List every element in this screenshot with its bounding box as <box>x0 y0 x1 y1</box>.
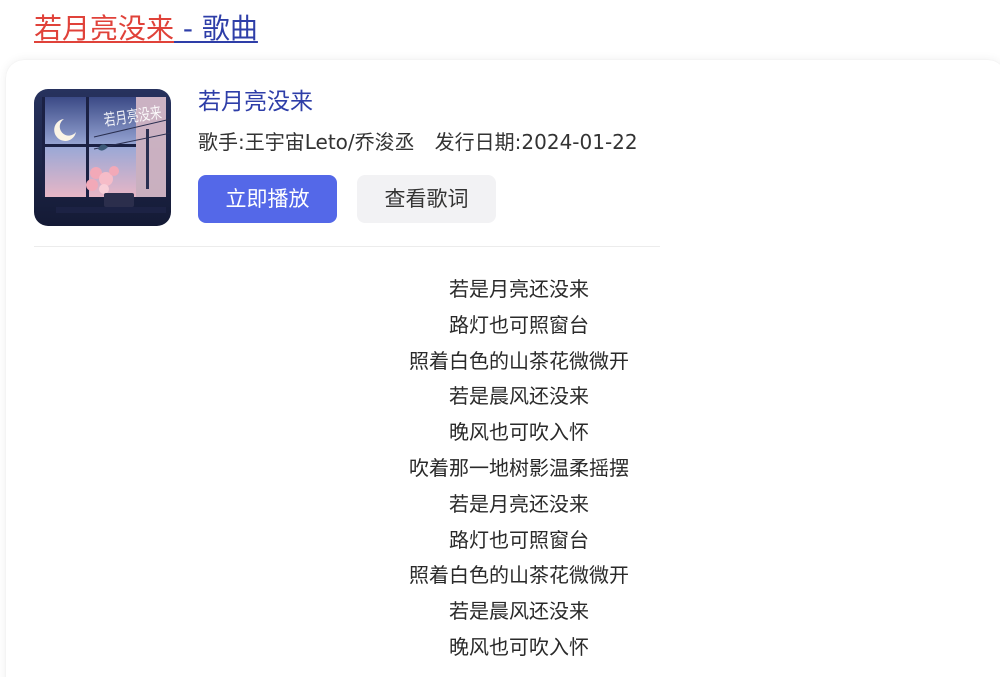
play-now-button[interactable]: 立即播放 <box>198 175 337 223</box>
artist-info: 歌手:王宇宙Leto/乔浚丞 <box>198 130 415 154</box>
lyric-line: 吹着那一地树影温柔摇摆 <box>409 455 629 480</box>
lyric-line: 照着白色的山茶花微微开 <box>409 348 629 373</box>
lyric-line: 若是晨风还没来 <box>449 599 589 624</box>
lyric-line: 若是晨风还没来 <box>449 384 589 409</box>
page-title-suffix[interactable]: - 歌曲 <box>174 12 258 45</box>
lyrics-block: 若是月亮还没来 路灯也可照窗台 照着白色的山茶花微微开 若是晨风还没来 晚风也可… <box>319 272 719 666</box>
lyric-line: 晚风也可吹入怀 <box>449 634 589 659</box>
lyric-line: 路灯也可照窗台 <box>449 527 589 552</box>
lyric-line: 路灯也可照窗台 <box>449 312 589 337</box>
page: 若月亮没来 - 歌曲 若月亮没来 若月亮没来 歌手:王宇宙Leto/乔浚丞 发行… <box>0 0 1000 677</box>
view-lyrics-button[interactable]: 查看歌词 <box>357 175 496 223</box>
album-cover-art: 若月亮没来 <box>34 89 171 226</box>
lyric-line: 晚风也可吹入怀 <box>449 420 589 445</box>
song-title-link[interactable]: 若月亮没来 <box>198 86 313 118</box>
release-date: 发行日期:2024-01-22 <box>434 130 638 154</box>
page-title[interactable]: 若月亮没来 - 歌曲 <box>34 9 258 49</box>
divider <box>34 246 660 247</box>
album-cover[interactable]: 若月亮没来 <box>34 89 171 226</box>
lyric-line: 照着白色的山茶花微微开 <box>409 563 629 588</box>
page-title-highlight[interactable]: 若月亮没来 <box>34 12 174 45</box>
lyric-line: 若是月亮还没来 <box>449 277 589 301</box>
song-meta: 歌手:王宇宙Leto/乔浚丞 发行日期:2024-01-22 <box>198 127 638 157</box>
lyric-line: 若是月亮还没来 <box>449 491 589 516</box>
